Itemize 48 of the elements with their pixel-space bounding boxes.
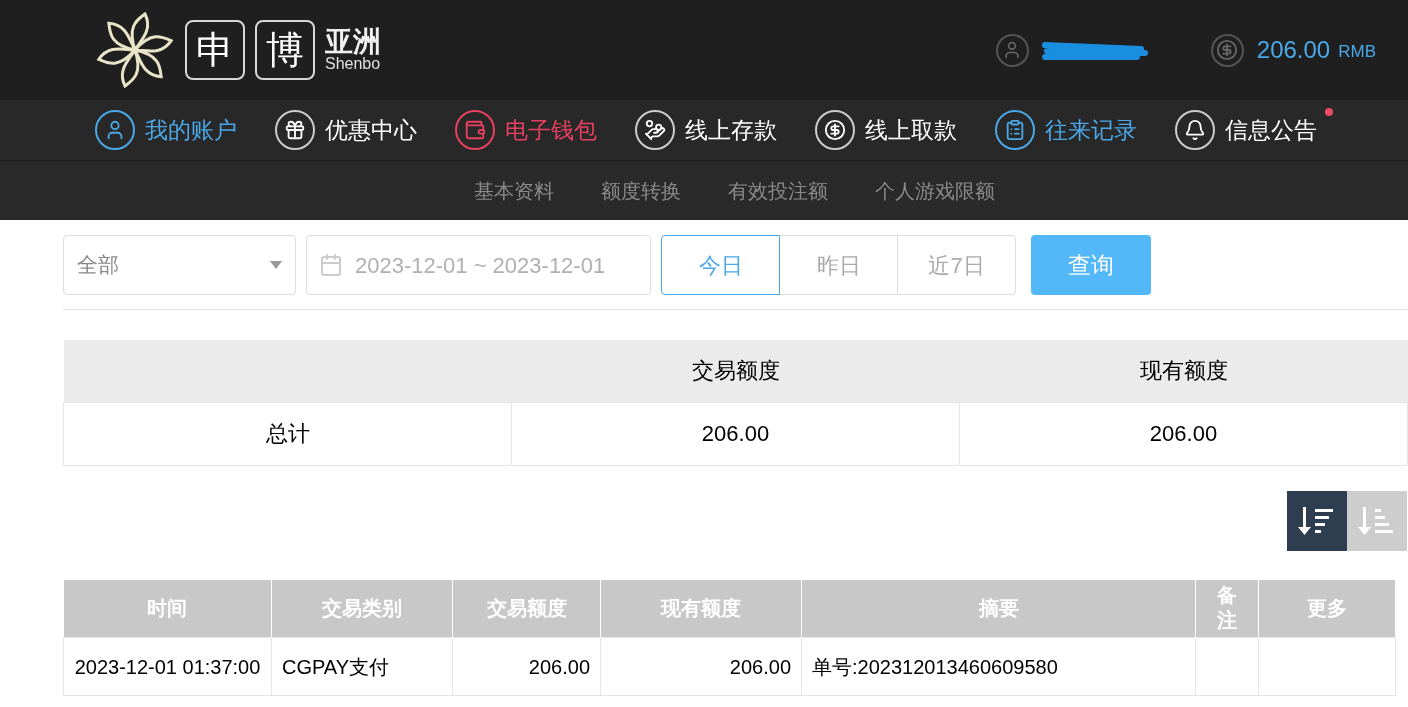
table-cell: 单号:202312013460609580 — [801, 637, 1196, 696]
date-shortcut-button[interactable]: 近7日 — [897, 235, 1016, 295]
table-cell: CGPAY支付 — [271, 637, 453, 696]
table-cell: 总计 — [63, 402, 512, 465]
date-range-field[interactable]: 2023-12-01 ~ 2023-12-01 — [306, 235, 651, 295]
nav-item[interactable]: 我的账户 — [95, 110, 237, 150]
table-cell: 2023-12-01 01:37:00 — [63, 637, 272, 696]
column-header: 现有额度 — [959, 340, 1408, 402]
clipboard-icon — [995, 110, 1035, 150]
logo-character: 申 — [185, 20, 245, 80]
logo-text: 亚洲 — [325, 28, 381, 56]
column-header: 交易额度 — [511, 340, 960, 402]
hand-coin-icon — [635, 110, 675, 150]
dollar-coin-icon — [1210, 33, 1244, 67]
subnav-tab[interactable]: 个人游戏限额 — [874, 175, 995, 206]
subnav-tab[interactable]: 基本资料 — [473, 175, 554, 206]
table-cell — [1195, 637, 1259, 696]
balance-amount: 206.00 — [1256, 35, 1331, 65]
table-cell: 206.00 — [600, 637, 802, 696]
table-cell: 206.00 — [511, 402, 960, 465]
user-icon — [995, 33, 1029, 67]
logo-character: 博 — [255, 20, 315, 80]
nav-item[interactable]: 线上存款 — [635, 110, 777, 150]
flower-logo-icon — [95, 10, 175, 90]
calendar-icon — [319, 253, 343, 277]
nav-item[interactable]: 往来记录 — [995, 110, 1137, 150]
table-cell: 206.00 — [452, 637, 601, 696]
sort-descending-button[interactable] — [1287, 490, 1347, 551]
nav-item[interactable]: 线上取款 — [815, 110, 957, 150]
logo-text: Shenbo — [325, 56, 381, 72]
currency-label: RMB — [1338, 41, 1376, 64]
date-shortcut-button[interactable]: 今日 — [661, 235, 780, 295]
nav-item[interactable]: 优惠中心 — [275, 110, 417, 150]
gift-icon — [275, 110, 315, 150]
date-shortcut-button[interactable]: 昨日 — [779, 235, 898, 295]
wallet-icon — [455, 110, 495, 150]
bell-icon — [1175, 110, 1215, 150]
date-range-value: 2023-12-01 ~ 2023-12-01 — [355, 251, 606, 280]
user-icon — [95, 110, 135, 150]
subnav-tab[interactable]: 有效投注额 — [727, 175, 828, 206]
caret-icon — [270, 261, 282, 269]
nav-item[interactable]: 电子钱包 — [455, 110, 597, 150]
type-dropdown[interactable]: 全部 — [63, 235, 296, 295]
dollar-coin-icon — [815, 110, 855, 150]
subnav-tab[interactable]: 额度转换 — [600, 175, 681, 206]
nav-item[interactable]: 信息公告 — [1175, 110, 1317, 150]
search-button[interactable]: 查询 — [1031, 235, 1151, 295]
table-cell: 206.00 — [959, 402, 1408, 465]
